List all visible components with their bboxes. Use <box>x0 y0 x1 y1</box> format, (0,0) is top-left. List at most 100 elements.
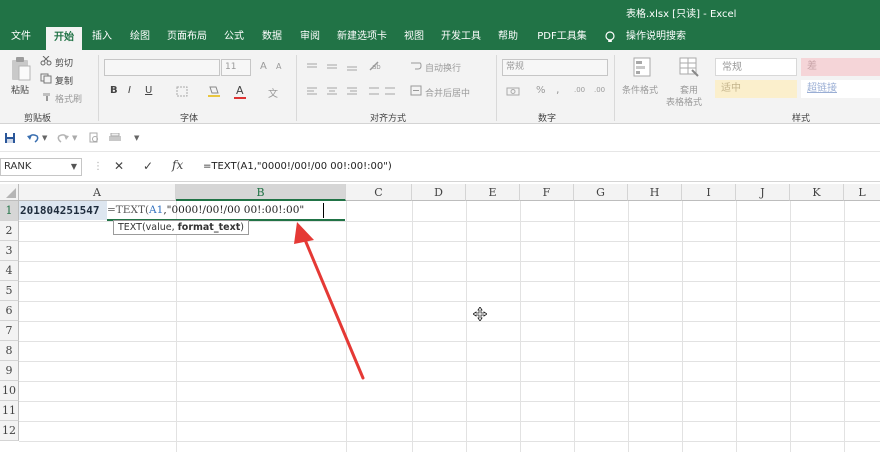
formula-input[interactable]: =TEXT(A1,"0000!/00!/00 00!:00!:00") <box>203 161 392 172</box>
tab-page-layout[interactable]: 页面布局 <box>162 24 212 50</box>
row-header-7[interactable]: 7 <box>0 321 19 341</box>
function-tooltip[interactable]: TEXT(value, format_text) <box>113 220 249 235</box>
ribbon-divider <box>98 55 99 121</box>
name-box-dropdown-icon[interactable]: ▼ <box>71 159 77 175</box>
font-color-bar <box>234 97 246 99</box>
save-icon[interactable] <box>4 132 16 144</box>
style-hyperlink[interactable]: 超链接 <box>801 80 880 98</box>
shrink-font-button[interactable]: A <box>276 62 281 71</box>
undo-dropdown-icon[interactable]: ▼ <box>42 134 47 142</box>
redo-dropdown-icon[interactable]: ▼ <box>72 134 77 142</box>
row-header-8[interactable]: 8 <box>0 341 19 361</box>
tab-view[interactable]: 视图 <box>396 24 432 50</box>
format-painter-button[interactable]: 格式刷 <box>55 92 82 105</box>
tab-data[interactable]: 数据 <box>254 24 290 50</box>
bold-button[interactable]: B <box>110 85 118 96</box>
gridline <box>19 381 880 382</box>
font-color-button[interactable]: A <box>236 84 244 97</box>
gridline <box>19 321 880 322</box>
row-header-11[interactable]: 11 <box>0 401 19 421</box>
tell-me-search[interactable]: 操作说明搜索 <box>624 24 688 50</box>
copy-button[interactable]: 复制 <box>55 74 73 87</box>
column-header-k[interactable]: K <box>790 184 844 201</box>
decrease-decimal-button[interactable]: .00 <box>594 86 605 94</box>
cancel-formula-button[interactable]: ✕ <box>114 159 124 173</box>
row-header-5[interactable]: 5 <box>0 281 19 301</box>
percent-button[interactable]: % <box>536 85 546 96</box>
row-header-3[interactable]: 3 <box>0 241 19 261</box>
column-header-h[interactable]: H <box>628 184 682 201</box>
column-header-f[interactable]: F <box>520 184 574 201</box>
style-normal[interactable]: 常规 <box>715 58 797 76</box>
tooltip-current-arg[interactable]: format_text <box>178 222 241 233</box>
horizontal-align-icons[interactable] <box>305 86 395 96</box>
customize-qat-icon[interactable]: ▼ <box>134 134 139 142</box>
italic-button[interactable]: I <box>128 85 131 96</box>
wrap-text-button[interactable]: 自动换行 <box>425 61 461 74</box>
grow-font-button[interactable]: A <box>260 61 267 72</box>
undo-icon[interactable] <box>26 132 40 144</box>
column-header-e[interactable]: E <box>466 184 520 201</box>
tab-insert[interactable]: 插入 <box>84 24 120 50</box>
column-header-a[interactable]: A <box>19 184 176 201</box>
tab-pdf[interactable]: PDF工具集 <box>532 24 592 50</box>
paste-button[interactable]: 粘贴 <box>11 83 29 96</box>
paste-icon[interactable] <box>10 56 32 82</box>
column-header-c[interactable]: C <box>346 184 412 201</box>
row-header-10[interactable]: 10 <box>0 381 19 401</box>
print-preview-icon[interactable] <box>88 132 100 144</box>
conditional-format-button[interactable]: 条件格式 <box>622 83 658 96</box>
merge-center-button[interactable]: 合并后居中 <box>425 86 470 99</box>
currency-icon[interactable] <box>506 85 522 97</box>
row-header-1[interactable]: 1 <box>0 201 19 221</box>
font-name-box[interactable] <box>104 59 220 76</box>
font-size-box[interactable]: 11 <box>221 59 251 76</box>
row-header-2[interactable]: 2 <box>0 221 19 241</box>
row-header-9[interactable]: 9 <box>0 361 19 381</box>
tab-home[interactable]: 开始 <box>46 27 82 50</box>
redo-icon[interactable] <box>56 132 70 144</box>
increase-decimal-button[interactable]: .00 <box>574 86 585 94</box>
column-header-j[interactable]: J <box>736 184 790 201</box>
tab-draw[interactable]: 绘图 <box>122 24 158 50</box>
table-format-button-line2[interactable]: 表格格式 <box>666 95 702 108</box>
style-bad[interactable]: 差 <box>801 58 880 76</box>
phonetic-button[interactable]: 文 <box>268 85 278 100</box>
tab-review[interactable]: 审阅 <box>292 24 328 50</box>
name-box[interactable]: RANK ▼ <box>0 158 82 176</box>
title-bar: 表格.xlsx [只读] - Excel <box>0 0 880 24</box>
conditional-format-icon <box>633 57 651 77</box>
number-group-label: 数字 <box>538 114 557 124</box>
number-format-select[interactable]: 常规 <box>502 59 608 76</box>
vertical-align-icons[interactable] <box>305 62 365 72</box>
move-cursor-icon <box>473 307 487 321</box>
comma-button[interactable]: , <box>556 83 560 96</box>
tab-help[interactable]: 帮助 <box>490 24 526 50</box>
enter-formula-button[interactable]: ✓ <box>143 159 153 173</box>
column-header-b[interactable]: B <box>176 184 346 201</box>
fill-color-icon[interactable] <box>207 85 221 98</box>
column-header-g[interactable]: G <box>574 184 628 201</box>
style-neutral[interactable]: 适中 <box>715 80 797 98</box>
underline-button[interactable]: U <box>145 85 152 96</box>
column-header-d[interactable]: D <box>412 184 466 201</box>
text-caret <box>323 203 324 218</box>
tab-new[interactable]: 新建选项卡 <box>332 24 392 50</box>
cut-button[interactable]: 剪切 <box>55 56 73 69</box>
column-header-i[interactable]: I <box>682 184 736 201</box>
cell-a1[interactable]: 201804251547 <box>19 201 107 220</box>
tab-file[interactable]: 文件 <box>4 24 38 50</box>
row-header-6[interactable]: 6 <box>0 301 19 321</box>
font-group-label: 字体 <box>180 114 199 124</box>
select-all-corner[interactable] <box>0 184 19 201</box>
column-header-l[interactable]: L <box>844 184 880 201</box>
cell-b1-editor[interactable]: =TEXT(A1,"0000!/00!/00 00!:00!:00" <box>107 200 345 221</box>
tab-formulas[interactable]: 公式 <box>216 24 252 50</box>
row-header-4[interactable]: 4 <box>0 261 19 281</box>
orientation-icon[interactable]: ab <box>368 60 382 72</box>
row-header-12[interactable]: 12 <box>0 421 19 441</box>
quick-print-icon[interactable] <box>108 133 122 144</box>
insert-function-button[interactable]: fx <box>172 158 183 172</box>
borders-icon[interactable] <box>176 86 188 97</box>
tab-developer[interactable]: 开发工具 <box>436 24 486 50</box>
